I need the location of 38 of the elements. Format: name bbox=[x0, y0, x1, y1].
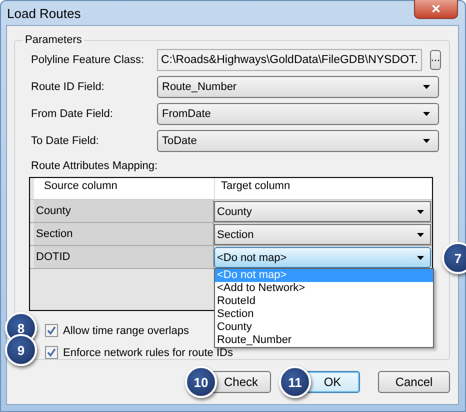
dialog-button[interactable]: Cancel bbox=[378, 371, 450, 393]
dropdown-option[interactable]: RouteId bbox=[215, 295, 433, 308]
caret-icon bbox=[423, 85, 430, 89]
caret-icon bbox=[417, 256, 424, 260]
window-title: Load Routes bbox=[7, 6, 81, 20]
dropdown-option[interactable]: <Add to Network> bbox=[215, 282, 433, 295]
dropdown-field[interactable]: Route_Number bbox=[157, 76, 439, 98]
target-dropdown[interactable]: <Do not map> bbox=[214, 247, 431, 268]
caret-icon bbox=[417, 232, 424, 236]
target-dropdown[interactable]: Section bbox=[214, 224, 431, 245]
checkbox[interactable] bbox=[45, 346, 58, 359]
checkbox-label: Allow time range overlaps bbox=[63, 324, 189, 336]
dialog-button[interactable]: OK bbox=[305, 371, 360, 393]
callout-badge: 10 bbox=[185, 366, 217, 398]
path-field[interactable]: C:\Roads&Highways\GoldData\FileGDB\NYSDOT. bbox=[157, 49, 422, 71]
caret-icon bbox=[417, 210, 424, 214]
group-title: Parameters bbox=[24, 34, 83, 46]
dropdown-field[interactable]: ToDate bbox=[157, 130, 439, 152]
checkbox-label: Enforce network rules for route IDs bbox=[63, 346, 233, 358]
field-label: Route ID Field: bbox=[31, 81, 106, 93]
dialog-button[interactable]: Check bbox=[211, 371, 271, 393]
dropdown-field[interactable]: FromDate bbox=[157, 103, 439, 125]
mapping-label: Route Attributes Mapping: bbox=[31, 160, 159, 172]
dropdown-option[interactable]: Section bbox=[215, 308, 433, 321]
column-header: Target column bbox=[214, 178, 432, 199]
dropdown-option[interactable]: Route_Number bbox=[215, 334, 433, 347]
callout-badge: 11 bbox=[279, 366, 311, 398]
field-label: Polyline Feature Class: bbox=[31, 54, 146, 66]
checkbox[interactable] bbox=[45, 324, 58, 337]
caret-icon bbox=[423, 139, 430, 143]
callout-badge: 9 bbox=[5, 334, 37, 366]
browse-button[interactable]: ... bbox=[430, 50, 442, 70]
caret-icon bbox=[423, 112, 430, 116]
field-label: From Date Field: bbox=[31, 108, 114, 120]
field-label: To Date Field: bbox=[31, 135, 100, 147]
dropdown-option[interactable]: County bbox=[215, 321, 433, 334]
target-dropdown[interactable]: County bbox=[214, 201, 431, 222]
callout-badge: 7 bbox=[442, 242, 466, 274]
